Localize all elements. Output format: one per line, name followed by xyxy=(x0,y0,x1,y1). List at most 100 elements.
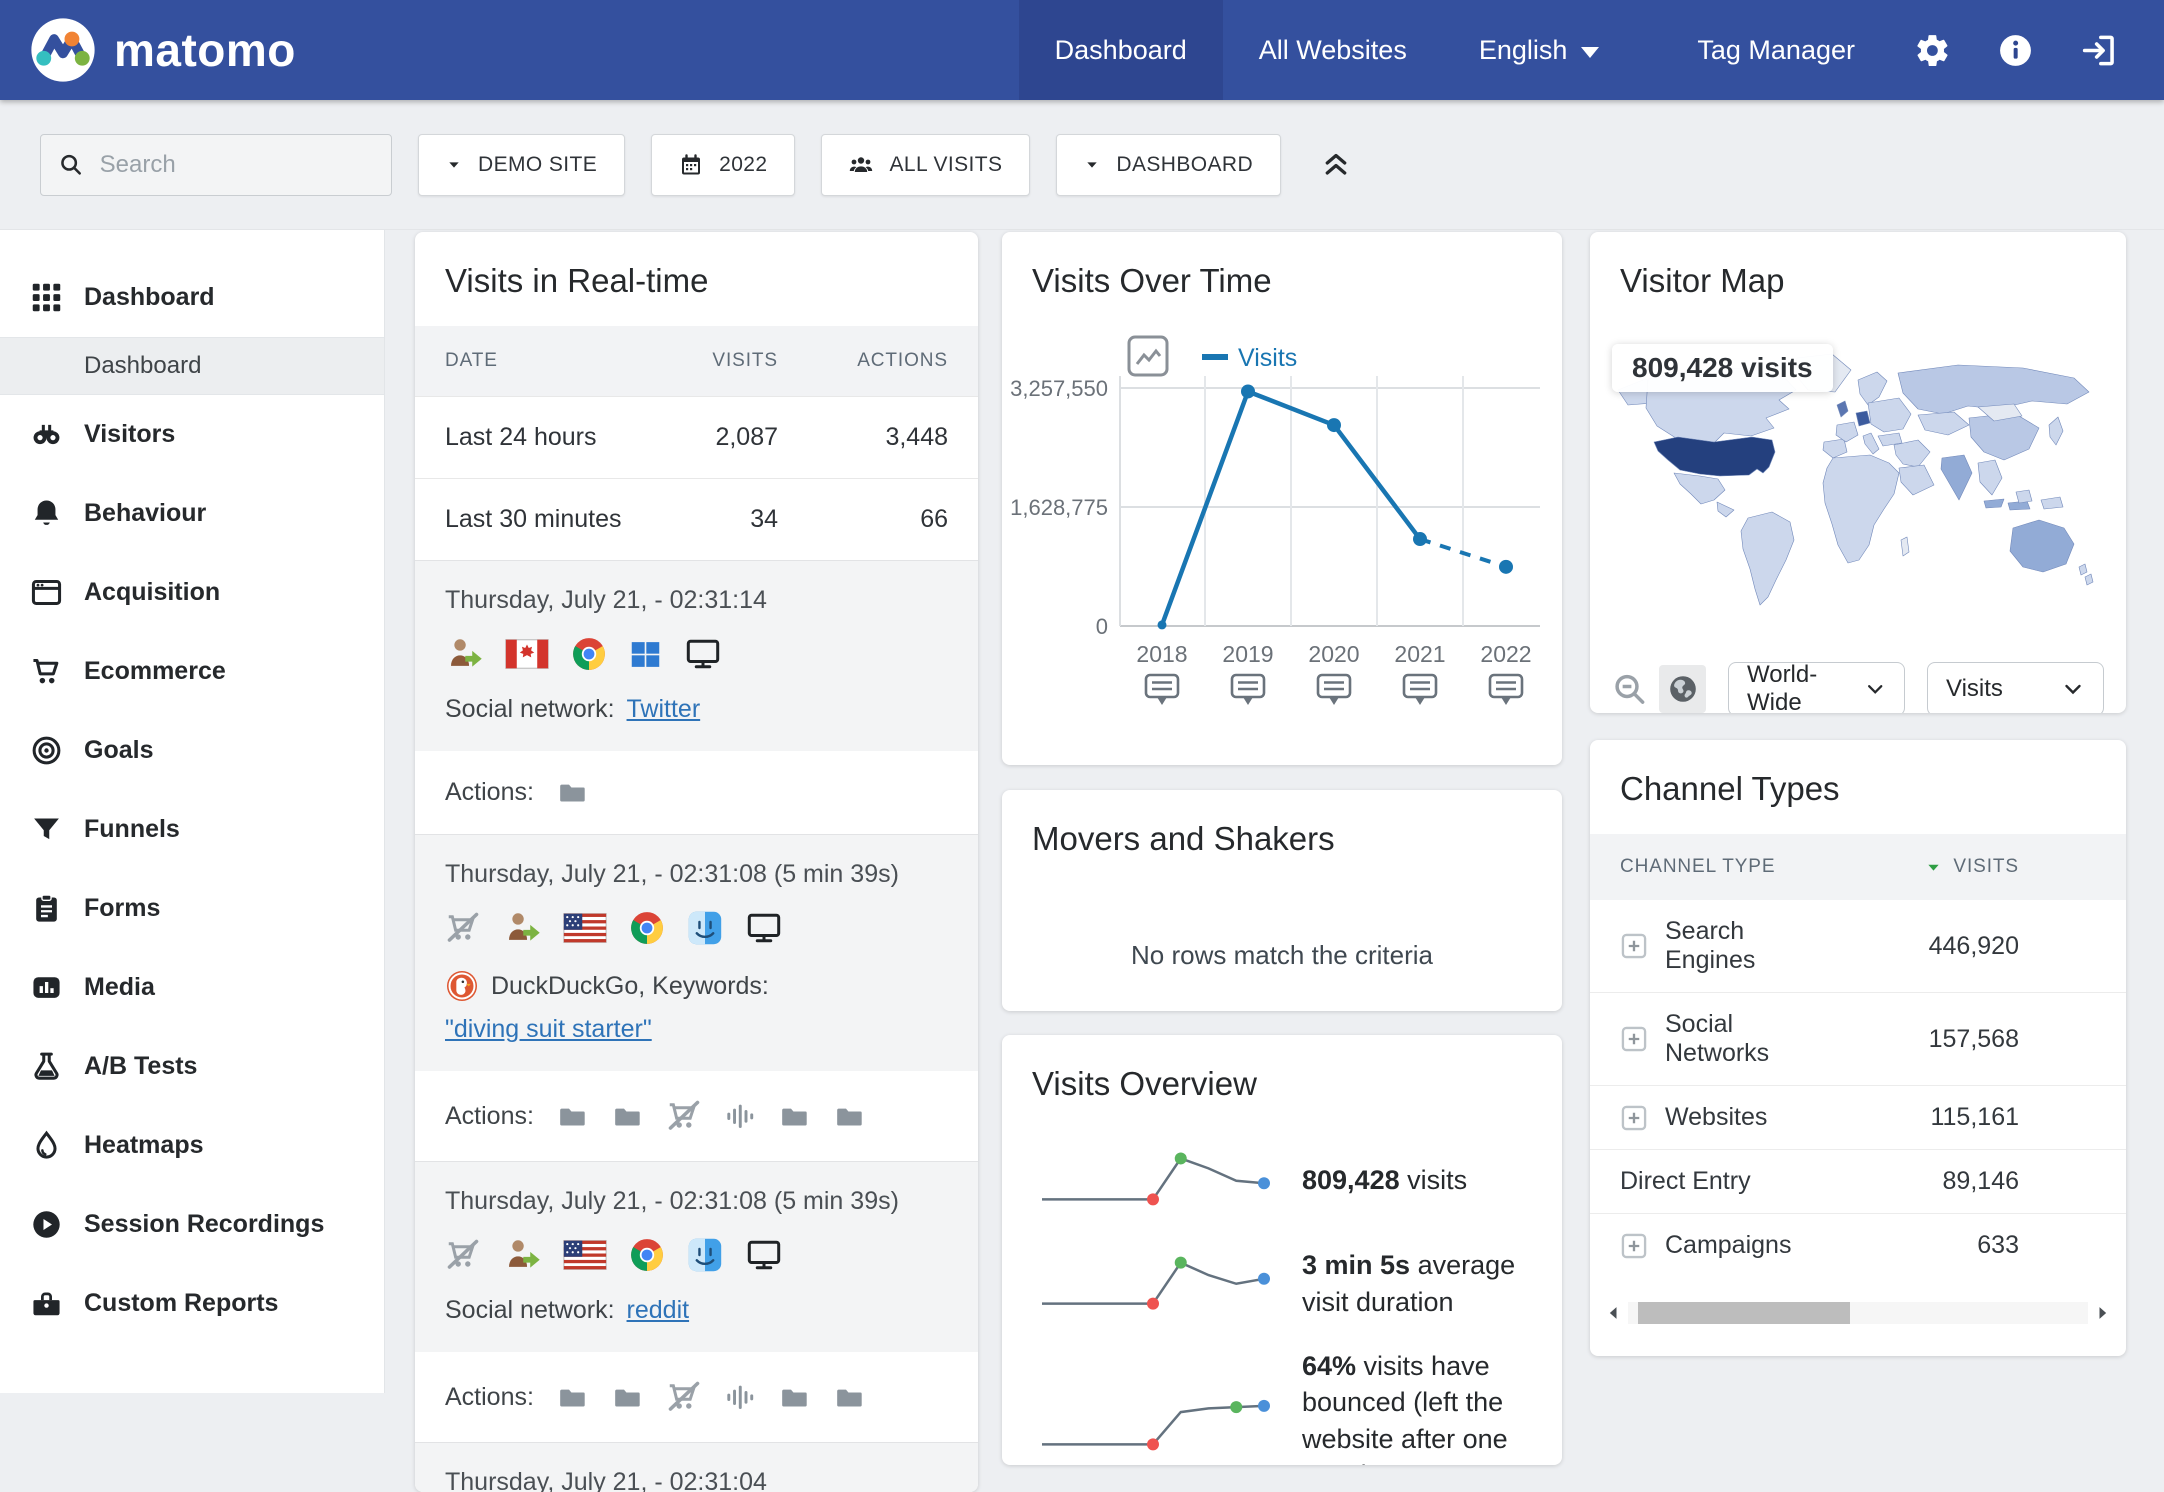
referrer-link[interactable]: "diving suit starter" xyxy=(445,1015,652,1044)
scroll-left-icon[interactable] xyxy=(1604,1303,1624,1323)
realtime-summary-row[interactable]: Last 24 hours2,0873,448 xyxy=(415,396,978,478)
expand-plus-icon[interactable] xyxy=(1620,1232,1648,1260)
sidebar-item-custom-reports[interactable]: Custom Reports xyxy=(0,1264,384,1343)
bell-icon xyxy=(30,497,63,530)
scrollbar-track[interactable] xyxy=(1628,1302,2088,1324)
collapse-dashboard-icon[interactable] xyxy=(1315,142,1357,187)
chevron-down-icon xyxy=(2061,677,2085,701)
folder-icon[interactable] xyxy=(778,1383,811,1412)
sidebar-item-dashboard-sub[interactable]: Dashboard xyxy=(0,337,384,395)
sidebar-item-session-recordings[interactable]: Session Recordings xyxy=(0,1185,384,1264)
sidebar-item-goals[interactable]: Goals xyxy=(0,711,384,790)
realtime-table-header: DATEVISITSACTIONS xyxy=(415,326,978,396)
annotation-icon xyxy=(1146,675,1178,705)
sidebar-item-acquisition[interactable]: Acquisition xyxy=(0,553,384,632)
svg-text:1,628,775: 1,628,775 xyxy=(1010,495,1108,520)
realtime-visit-entry[interactable]: Thursday, July 21, - 02:31:14Social netw… xyxy=(415,560,978,751)
folder-icon[interactable] xyxy=(611,1102,644,1131)
column-channel-type[interactable]: CHANNEL TYPE xyxy=(1620,856,1819,878)
widget-visitor-map: Visitor Map xyxy=(1590,232,2126,713)
column-visits[interactable]: VISITS xyxy=(1819,856,2019,878)
sidebar-item-heatmaps[interactable]: Heatmaps xyxy=(0,1106,384,1185)
help-icon[interactable] xyxy=(1974,0,2057,100)
matomo-logo[interactable]: matomo xyxy=(0,17,296,83)
realtime-visit-entry[interactable]: Thursday, July 21, - 02:31:08 (5 min 39s… xyxy=(415,834,978,1071)
overview-metric-text: 64% visits have bounced (left the websit… xyxy=(1302,1348,1532,1465)
widget-title: Visits Overview xyxy=(1002,1035,1562,1129)
sidebar-item-ecommerce[interactable]: Ecommerce xyxy=(0,632,384,711)
date-range-button[interactable]: 2022 xyxy=(651,134,795,196)
cart-crossed-icon xyxy=(445,910,481,946)
map-world-view-button[interactable] xyxy=(1659,665,1706,713)
folder-icon[interactable] xyxy=(556,778,589,807)
droplet-icon xyxy=(30,1129,63,1162)
realtime-visit-entry[interactable]: Thursday, July 21, - 02:31:04Website: di… xyxy=(415,1442,978,1492)
visit-datetime: Thursday, July 21, - 02:31:08 (5 min 39s… xyxy=(445,1187,948,1216)
overview-metric-row[interactable]: 3 min 5s average visit duration xyxy=(1002,1232,1562,1335)
sign-in-icon[interactable] xyxy=(2057,0,2140,100)
map-region-select[interactable]: World-Wide xyxy=(1728,662,1905,713)
scroll-right-icon[interactable] xyxy=(2092,1303,2112,1323)
sidebar-item-behaviour[interactable]: Behaviour xyxy=(0,474,384,553)
person-icon xyxy=(445,635,483,673)
nav-item-all-websites[interactable]: All Websites xyxy=(1223,0,1443,100)
scrollbar-thumb[interactable] xyxy=(1638,1302,1850,1324)
channel-row-campaigns[interactable]: Campaigns633 xyxy=(1590,1213,2126,1277)
realtime-summary-row[interactable]: Last 30 minutes3466 xyxy=(415,478,978,560)
svg-text:2021: 2021 xyxy=(1394,641,1445,667)
search-input[interactable] xyxy=(98,150,373,180)
calendar-icon xyxy=(679,153,703,177)
realtime-visit-entry[interactable]: Thursday, July 21, - 02:31:08 (5 min 39s… xyxy=(415,1161,978,1352)
caret-down-icon xyxy=(446,157,462,173)
cart-crossed-icon[interactable] xyxy=(666,1098,702,1134)
nav-item-english[interactable]: English xyxy=(1443,0,1636,100)
world-map[interactable]: 809,428 visits xyxy=(1590,326,2126,652)
search-icon xyxy=(59,151,83,178)
sidebar-item-forms[interactable]: Forms xyxy=(0,869,384,948)
expand-plus-icon[interactable] xyxy=(1620,932,1648,960)
channel-row-social-networks[interactable]: Social Networks157,568 xyxy=(1590,992,2126,1085)
site-selector-button[interactable]: DEMO SITE xyxy=(418,134,625,196)
visits-over-time-chart[interactable]: 01,628,7753,257,55020182019202020212022V… xyxy=(1002,326,1562,726)
expand-plus-icon[interactable] xyxy=(1620,1025,1648,1053)
waveform-icon[interactable] xyxy=(724,1100,756,1132)
visit-actions-row: Actions: xyxy=(415,751,978,834)
expand-plus-icon[interactable] xyxy=(1620,1104,1648,1132)
funnel-icon xyxy=(30,813,63,846)
overview-metric-row[interactable]: 809,428 visits xyxy=(1002,1129,1562,1232)
visit-profile-icons xyxy=(445,909,948,947)
search-box[interactable] xyxy=(40,134,392,196)
sidebar-item-visitors[interactable]: Visitors xyxy=(0,395,384,474)
map-region-value: World-Wide xyxy=(1747,661,1864,713)
overview-metric-row[interactable]: 64% visits have bounced (left the websit… xyxy=(1002,1335,1562,1465)
channel-row-direct-entry[interactable]: Direct Entry89,146 xyxy=(1590,1149,2126,1213)
map-zoom-out-icon[interactable] xyxy=(1612,671,1647,707)
sidebar-item-funnels[interactable]: Funnels xyxy=(0,790,384,869)
sidebar-item-media[interactable]: Media xyxy=(0,948,384,1027)
channel-row-websites[interactable]: Websites115,161 xyxy=(1590,1085,2126,1149)
sidebar-item-a-b-tests[interactable]: A/B Tests xyxy=(0,1027,384,1106)
map-metric-select[interactable]: Visits xyxy=(1927,662,2104,713)
segment-selector-button[interactable]: ALL VISITS xyxy=(821,134,1030,196)
nav-item-dashboard[interactable]: Dashboard xyxy=(1019,0,1223,100)
caret-down-icon xyxy=(1581,47,1599,58)
waveform-icon[interactable] xyxy=(724,1381,756,1413)
folder-icon[interactable] xyxy=(833,1102,866,1131)
referrer-link[interactable]: reddit xyxy=(627,1296,690,1325)
folder-icon[interactable] xyxy=(833,1383,866,1412)
settings-icon[interactable] xyxy=(1891,0,1974,100)
dashboard-selector-button[interactable]: DASHBOARD xyxy=(1056,134,1281,196)
channel-row-search-engines[interactable]: Search Engines446,920 xyxy=(1590,900,2126,992)
svg-text:2018: 2018 xyxy=(1136,641,1187,667)
sidebar-item-dashboard[interactable]: Dashboard xyxy=(0,258,384,337)
folder-icon[interactable] xyxy=(778,1102,811,1131)
cart-crossed-icon[interactable] xyxy=(666,1379,702,1415)
caret-down-icon xyxy=(1084,157,1100,173)
folder-icon[interactable] xyxy=(611,1383,644,1412)
referrer-link[interactable]: Twitter xyxy=(627,695,701,724)
sidebar: DashboardDashboardVisitorsBehaviourAcqui… xyxy=(0,230,385,1393)
folder-icon[interactable] xyxy=(556,1102,589,1131)
folder-icon[interactable] xyxy=(556,1383,589,1412)
nav-item-tag-manager[interactable]: Tag Manager xyxy=(1661,0,1891,100)
widget-visits-over-time: Visits Over Time 01,628,7753,257,5502018… xyxy=(1002,232,1562,765)
